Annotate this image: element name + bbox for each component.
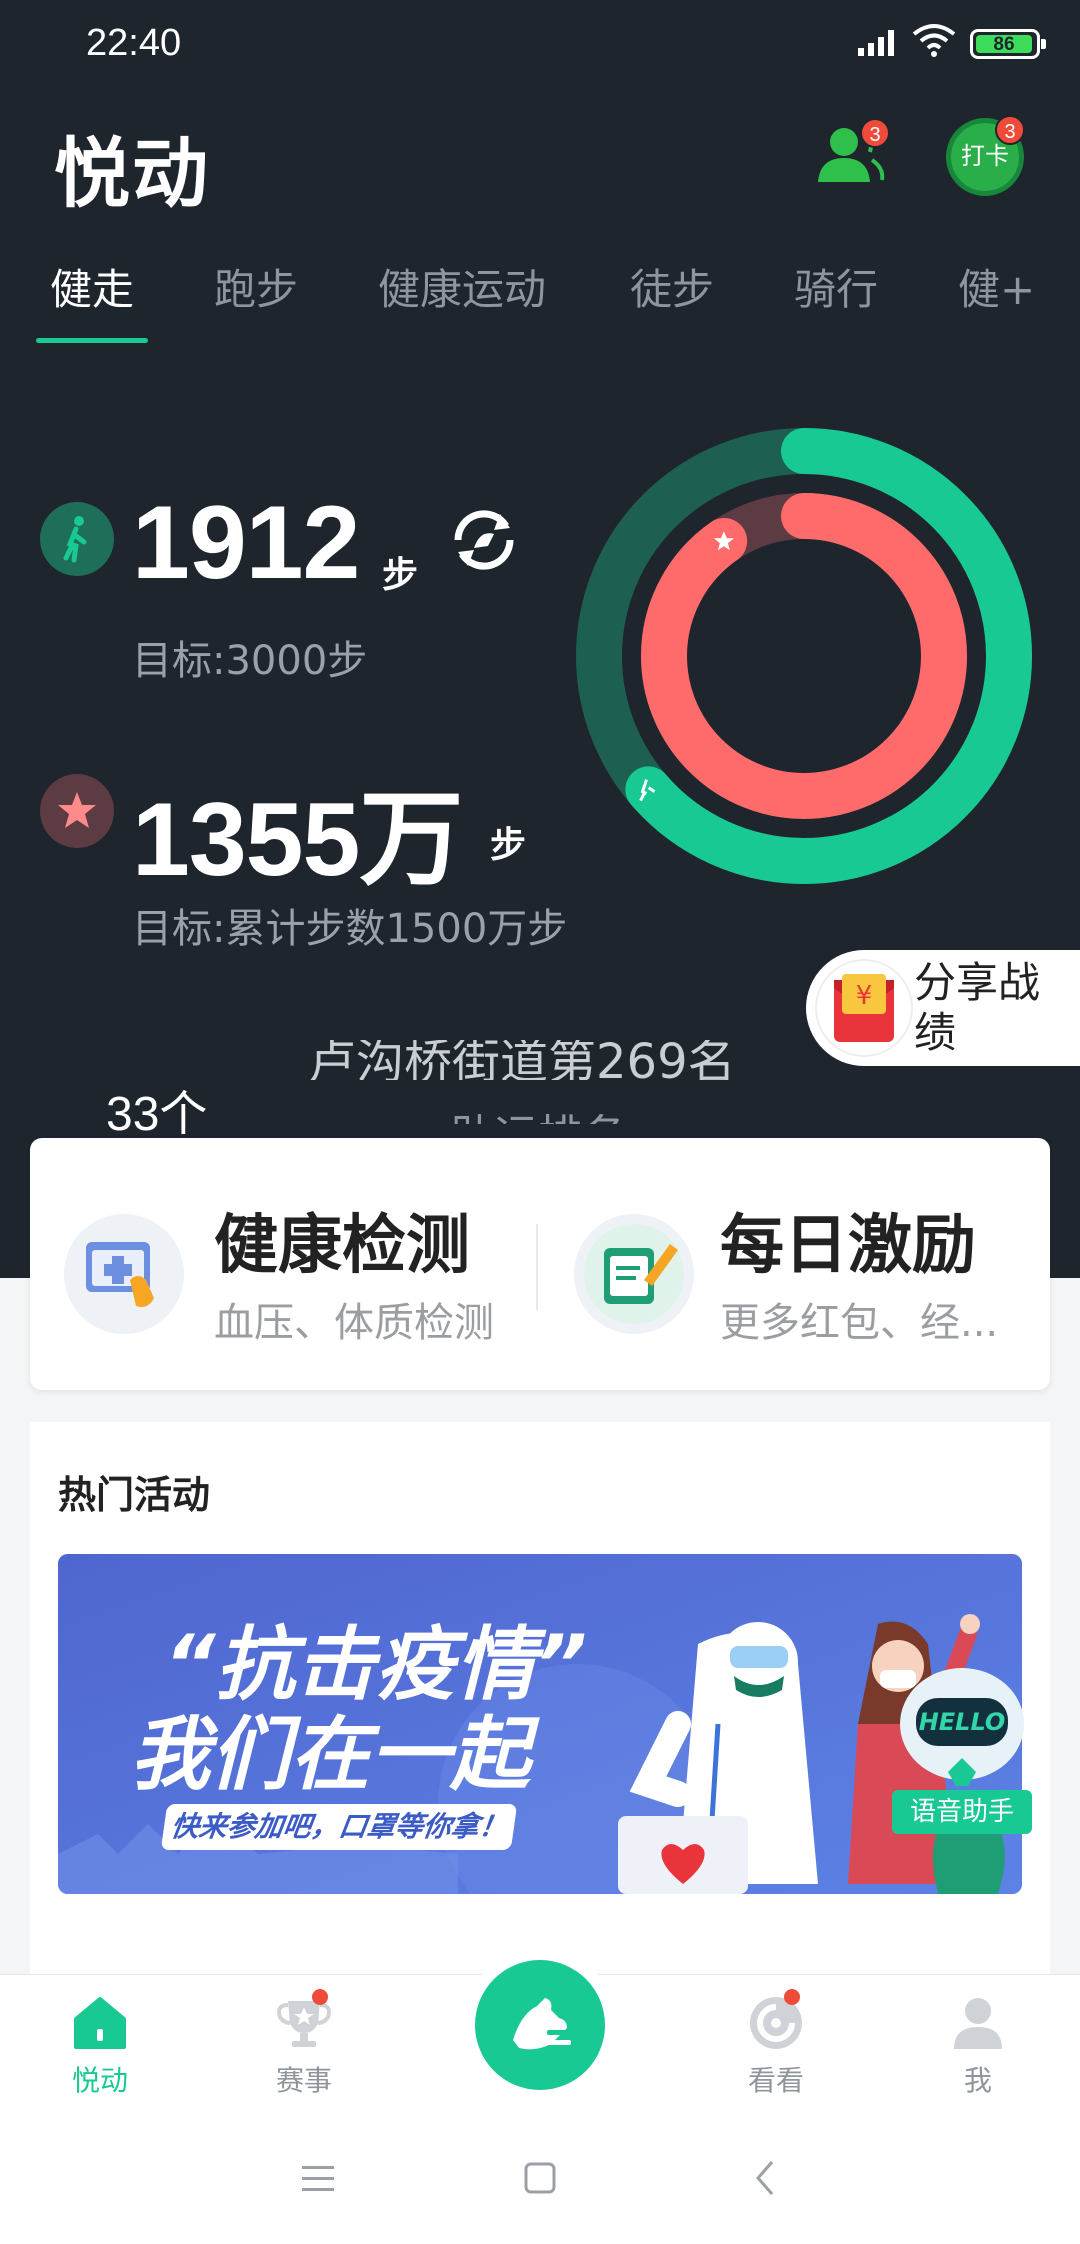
today-steps-value: 1912 xyxy=(132,485,360,601)
activity-banner[interactable]: “抗击疫情” 我们在一起 快来参加吧，口罩等你拿！ xyxy=(58,1554,1022,1894)
nav-home[interactable]: 悦动 xyxy=(30,1975,170,2113)
daily-reward-subtitle: 更多红包、经... xyxy=(720,1300,999,1346)
tab-ride[interactable]: 骑行 xyxy=(794,256,878,317)
svg-text:¥: ¥ xyxy=(856,981,873,1011)
total-goal: 目标:累计步数1500万步 xyxy=(132,906,568,952)
events-notification-dot xyxy=(312,1989,328,2005)
battery-icon: 86 xyxy=(970,29,1046,59)
today-steps-unit: 步 xyxy=(382,555,419,596)
home-square-icon[interactable] xyxy=(510,2148,570,2208)
share-achievement-button[interactable]: ¥ 分享战绩 xyxy=(806,950,1080,1066)
checkin-button[interactable]: 打卡 3 xyxy=(946,115,1025,196)
inner-ring-star-marker xyxy=(703,521,744,562)
page-title: 悦动 xyxy=(54,129,210,218)
health-check-subtitle: 血压、体质检测 xyxy=(214,1300,494,1346)
menu-icon[interactable] xyxy=(288,2148,348,2208)
refresh-sync-icon[interactable] xyxy=(444,500,524,580)
health-check-title: 健康检测 xyxy=(214,1209,470,1283)
discover-notification-dot xyxy=(784,1989,800,2005)
rank-sub-label: 助运排名 xyxy=(450,1111,626,1124)
sport-tabs: 健走 跑步 健康运动 徒步 骑行 健+ xyxy=(0,250,1080,350)
banner-headline-2: 我们在一起 xyxy=(130,1708,530,1801)
daily-reward-entry[interactable]: 每日激励 更多红包、经... xyxy=(544,1138,1044,1390)
tab-health-exercise[interactable]: 健康运动 xyxy=(378,256,546,317)
rank-sub-text: 助运排名 xyxy=(450,1100,650,1124)
health-check-entry[interactable]: 健康检测 血压、体质检测 xyxy=(30,1138,530,1390)
tab-run[interactable]: 跑步 xyxy=(214,256,298,317)
battery-level: 86 xyxy=(976,35,1032,54)
nav-discover-label: 看看 xyxy=(747,2064,804,2097)
robot-icon: HELLO xyxy=(900,1668,1024,1786)
friends-button[interactable]: 3 xyxy=(812,118,890,194)
nav-events[interactable]: 赛事 xyxy=(234,1975,374,2113)
status-bar: 22:40 86 xyxy=(0,0,1080,94)
today-goal: 目标:3000步 xyxy=(132,638,368,684)
start-walk-button[interactable] xyxy=(475,1960,605,2090)
back-icon[interactable] xyxy=(736,2148,796,2208)
total-progress-arc xyxy=(641,493,967,819)
red-envelope-icon: ¥ xyxy=(815,959,913,1057)
banner-tagline: 快来参加吧，口罩等你拿！ xyxy=(160,1804,518,1850)
share-label: 分享战绩 xyxy=(914,958,1041,1057)
start-walk-icon xyxy=(513,1998,571,2050)
hot-activities-title: 热门活动 xyxy=(58,1473,211,1517)
daily-reward-title: 每日激励 xyxy=(720,1209,976,1283)
nav-events-label: 赛事 xyxy=(275,2064,332,2097)
home-icon xyxy=(74,1997,126,2049)
rank-label: 卢沟桥街道第269名 xyxy=(308,1040,736,1080)
active-tab-indicator xyxy=(36,338,148,343)
checkin-label: 打卡 xyxy=(961,142,1009,170)
daily-reward-icon xyxy=(574,1214,694,1334)
checkin-badge: 3 xyxy=(995,115,1025,145)
system-navigation-bar xyxy=(0,2112,1080,2244)
total-steps-value: 1355万 xyxy=(132,782,463,898)
tab-walk[interactable]: 健走 xyxy=(50,256,134,317)
nav-me-label: 我 xyxy=(963,2064,992,2097)
progress-rings xyxy=(576,428,1032,884)
friends-badge: 3 xyxy=(860,118,890,148)
nav-discover[interactable]: 看看 xyxy=(706,1975,846,2113)
walk-icon xyxy=(40,502,114,576)
rank-text: 卢沟桥街道第269名 xyxy=(308,1040,788,1080)
wifi-icon xyxy=(912,24,956,57)
medal-count: 33个 xyxy=(106,1088,208,1141)
nav-home-label: 悦动 xyxy=(71,2064,128,2097)
tab-hike[interactable]: 徒步 xyxy=(630,256,714,317)
robot-hello: HELLO xyxy=(919,1708,1006,1736)
health-check-icon xyxy=(64,1214,184,1334)
quick-actions-card: 健康检测 血压、体质检测 每日激励 更多红包、经... xyxy=(30,1138,1050,1390)
signal-icon xyxy=(858,30,894,56)
nav-me[interactable]: 我 xyxy=(908,1975,1048,2113)
tab-more[interactable]: 健+ xyxy=(958,256,1035,317)
voice-assistant-label: 语音助手 xyxy=(892,1790,1032,1834)
outer-ring-walk-marker xyxy=(626,767,671,812)
star-icon xyxy=(40,774,114,848)
user-icon xyxy=(954,1998,1002,2049)
status-time: 22:40 xyxy=(86,22,182,64)
voice-assistant-button[interactable]: HELLO 语音助手 xyxy=(892,1654,1032,1834)
total-steps-unit: 步 xyxy=(490,825,527,866)
divider xyxy=(536,1224,538,1310)
